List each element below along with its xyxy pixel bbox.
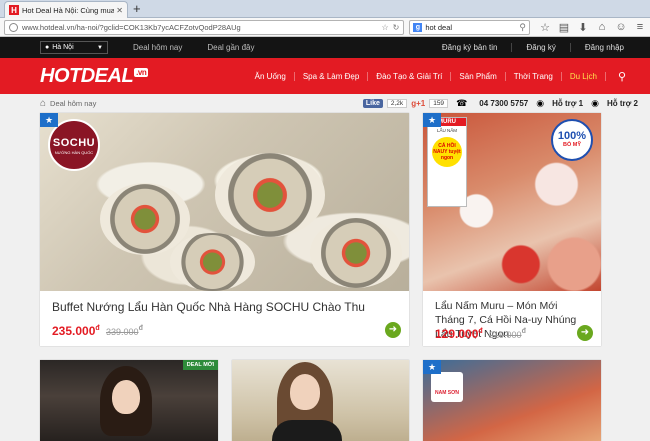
muru-menu-card: MURU LẨU NẤM CÁ HỒI NAUY tuyệt ngon <box>427 117 467 207</box>
model-face <box>290 374 320 410</box>
nav-du-lich[interactable]: Du Lịch <box>562 71 606 81</box>
google-plus-count: 159 <box>429 99 449 108</box>
search-icon[interactable]: ⚲ <box>519 22 526 33</box>
deal-image-portrait[interactable] <box>232 360 409 441</box>
deal-image-oysters[interactable]: SOCHU NƯỚNG HÀN QUỐC <box>40 113 409 291</box>
oyster-image <box>170 233 255 291</box>
namsun-logo: NAM SƠN <box>431 372 463 402</box>
breadcrumb[interactable]: Deal hôm nay <box>50 99 96 108</box>
deal-old-price: 339.000 <box>106 327 139 337</box>
url-bar[interactable]: www.hotdeal.vn/ha-noi/?gclid=COK13Kb7ycA… <box>4 19 405 35</box>
home-icon[interactable]: ⌂ <box>596 21 608 34</box>
skype-icon: ◉ <box>536 98 545 108</box>
logo-text: HOTDEAL <box>40 64 134 87</box>
deal-title[interactable]: Buffet Nướng Lẩu Hàn Quốc Nhà Hàng SOCHU… <box>52 300 397 315</box>
search-bar[interactable]: g hot deal ⚲ <box>409 19 530 35</box>
home-icon[interactable]: ⌂ <box>40 98 46 109</box>
deal-grid: SOCHU NƯỚNG HÀN QUỐC ★ Buffet Nướng Lẩu … <box>0 113 650 441</box>
chat-icon[interactable]: ☺ <box>615 21 627 34</box>
deal-image-fashion[interactable] <box>40 360 218 441</box>
menu-icon[interactable]: ≡ <box>634 21 646 34</box>
deal-price: 235.000đ 339.000đ <box>52 324 143 338</box>
deal-old-price: 219.000 <box>489 330 522 340</box>
login-link[interactable]: Đăng nhập <box>569 43 638 52</box>
nav-dao-tao-giai-tri[interactable]: Đào Tạo & Giải Trí <box>368 71 452 81</box>
arrow-right-icon[interactable]: ➜ <box>385 322 401 338</box>
city-label: Hà Nội <box>52 44 74 51</box>
main-nav: Ăn Uống Spa & Làm Đẹp Đào Tạo & Giải Trí… <box>247 58 638 94</box>
deal-card[interactable]: MURU LẨU NẤM CÁ HỒI NAUY tuyệt ngon 100%… <box>423 113 601 346</box>
arrow-right-icon[interactable]: ➜ <box>577 325 593 341</box>
new-tab-button[interactable]: + <box>133 1 141 17</box>
model-face <box>112 380 140 414</box>
logo-suffix: .vn <box>134 67 149 77</box>
oyster-image <box>310 218 402 288</box>
bookmark-icon[interactable]: ☆ <box>539 21 551 34</box>
nav-thoi-trang[interactable]: Thời Trang <box>506 71 562 81</box>
tab-title: Hot Deal Hà Nội: Cùng mua c... <box>22 5 115 15</box>
skype-icon: ◉ <box>591 98 599 108</box>
chevron-down-icon: ▼ <box>97 44 103 51</box>
deal-card[interactable]: SOCHU NƯỚNG HÀN QUỐC ★ Buffet Nướng Lẩu … <box>40 113 409 346</box>
reload-icon[interactable]: ↻ <box>393 23 400 32</box>
nav-spa-lam-dep[interactable]: Spa & Làm Đẹp <box>295 71 369 81</box>
deal-card[interactable]: DEAL MỚI <box>40 360 218 441</box>
oyster-image <box>215 153 325 237</box>
hotline-number: 04 7300 5757 <box>479 99 529 108</box>
hotdeal-logo[interactable]: HOTDEAL .vn <box>40 64 149 88</box>
new-deal-badge: DEAL MỚI <box>182 360 218 370</box>
facebook-like-count: 2,2k <box>386 99 408 108</box>
deal-image-seafood[interactable]: NAM SƠN <box>423 360 601 441</box>
oyster-image <box>100 183 190 255</box>
star-icon: ★ <box>40 113 58 127</box>
star-icon: ★ <box>423 360 441 374</box>
facebook-like-button[interactable]: Like <box>362 99 383 108</box>
download-icon[interactable]: ⬇ <box>577 21 589 34</box>
model-jacket <box>272 420 342 441</box>
register-link[interactable]: Đăng ký <box>511 43 569 52</box>
city-selector[interactable]: ● Hà Nội ▼ <box>40 41 108 54</box>
link-deal-hom-nay[interactable]: Deal hôm nay <box>133 43 182 52</box>
location-pin-icon: ● <box>45 44 50 51</box>
browser-navbar: www.hotdeal.vn/ha-noi/?gclid=COK13Kb7ycA… <box>0 18 650 37</box>
bookmark-star-icon[interactable]: ☆ <box>381 23 388 32</box>
google-plus-button[interactable]: g+1 <box>411 99 425 108</box>
close-icon[interactable]: ✕ <box>116 6 123 15</box>
phone-icon: ☎ <box>456 98 468 108</box>
globe-icon <box>9 22 18 32</box>
support-1-link[interactable]: Hỗ trợ 1 <box>552 99 583 108</box>
toolbar-icons: ☆ ▤ ⬇ ⌂ ☺ ≡ <box>539 21 646 34</box>
star-icon: ★ <box>423 113 441 127</box>
google-icon[interactable]: g <box>413 22 423 32</box>
nav-an-uong[interactable]: Ăn Uống <box>247 71 295 81</box>
browser-tabbar: H Hot Deal Hà Nội: Cùng mua c... ✕ + <box>0 0 650 18</box>
link-deal-gan-day[interactable]: Deal gần đây <box>207 43 254 52</box>
deal-price: 129.000đ 219.000đ <box>435 327 526 341</box>
deal-image-hotpot[interactable]: MURU LẨU NẤM CÁ HỒI NAUY tuyệt ngon 100%… <box>423 113 601 291</box>
deal-card[interactable] <box>232 360 409 441</box>
support-2-link[interactable]: Hỗ trợ 2 <box>607 99 638 108</box>
deal-card[interactable]: NAM SƠN ★ <box>423 360 601 441</box>
site-header: HOTDEAL .vn Ăn Uống Spa & Làm Đẹp Đào Tạ… <box>0 58 650 94</box>
url-text[interactable]: www.hotdeal.vn/ha-noi/?gclid=COK13Kb7ycA… <box>22 23 377 32</box>
beef-badge: 100% BÒ MỸ <box>551 119 593 161</box>
nav-san-pham[interactable]: Sản Phẩm <box>451 71 506 81</box>
browser-tab[interactable]: H Hot Deal Hà Nội: Cùng mua c... ✕ <box>4 1 128 18</box>
clipboard-icon[interactable]: ▤ <box>558 21 570 34</box>
search-icon[interactable]: ⚲ <box>606 70 638 83</box>
search-input[interactable]: hot deal <box>425 23 519 32</box>
hotdeal-favicon-icon: H <box>9 5 19 15</box>
site-topbar: ● Hà Nội ▼ Deal hôm nay Deal gần đây Đăn… <box>0 37 650 58</box>
sub-bar: ⌂ Deal hôm nay Like 2,2k g+1 159 ☎ 04 73… <box>0 94 650 113</box>
newsletter-link[interactable]: Đăng ký bản tin <box>428 43 512 52</box>
